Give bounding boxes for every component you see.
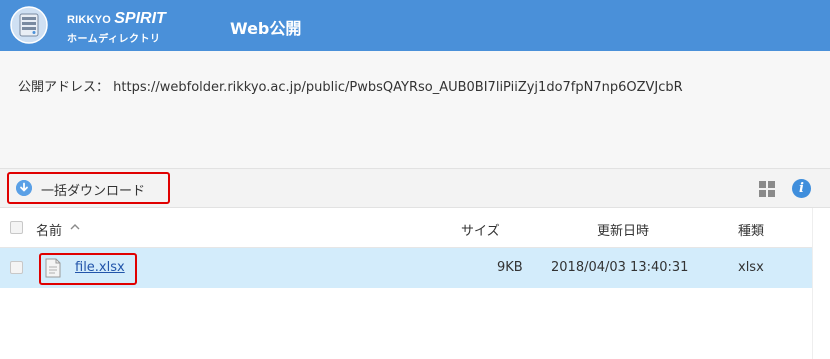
grid-view-icon[interactable] [759,181,775,197]
file-name-link[interactable]: file.xlsx [75,260,125,275]
app-header: RIKKYO SPIRIT ホームディレクトリ Web公開 [0,0,830,51]
bulk-download-label: 一括ダウンロード [41,184,146,199]
column-header-size[interactable]: サイズ [461,220,500,239]
table-row[interactable]: file.xlsx 9KB 2018/04/03 13:40:31 xlsx [0,248,812,288]
info-icon[interactable]: i [792,179,811,198]
select-all-checkbox[interactable] [10,221,23,234]
file-type: xlsx [738,260,764,275]
toolbar: 一括ダウンロード i [0,168,830,208]
file-modified: 2018/04/03 13:40:31 [551,260,689,275]
public-address-url[interactable]: https://webfolder.rikkyo.ac.jp/public/Pw… [113,80,683,95]
file-size: 9KB [497,260,523,275]
page-title: Web公開 [230,19,302,38]
document-icon [45,258,61,278]
public-address-label: 公開アドレス： [18,80,110,95]
public-address: 公開アドレス： https://webfolder.rikkyo.ac.jp/p… [18,76,683,95]
logo-brand: SPIRIT [114,10,166,27]
column-header-type[interactable]: 種類 [738,220,764,239]
download-arrow-circle-icon [16,180,32,196]
column-header-name[interactable]: 名前 [36,220,62,239]
logo-subtitle: ホームディレクトリ [67,34,161,45]
public-address-panel: 公開アドレス： https://webfolder.rikkyo.ac.jp/p… [0,51,830,168]
logo-prefix: RIKKYO [67,14,111,26]
sort-ascending-icon[interactable] [70,222,80,232]
column-header-modified[interactable]: 更新日時 [597,220,649,239]
file-table-header: 名前 サイズ 更新日時 種類 [0,208,812,248]
bulk-download-button[interactable]: 一括ダウンロード [7,172,170,204]
scrollbar[interactable] [812,208,830,359]
logo-wordmark: RIKKYO SPIRIT [67,10,166,28]
row-checkbox[interactable] [10,261,23,274]
server-logo-icon [10,6,48,44]
